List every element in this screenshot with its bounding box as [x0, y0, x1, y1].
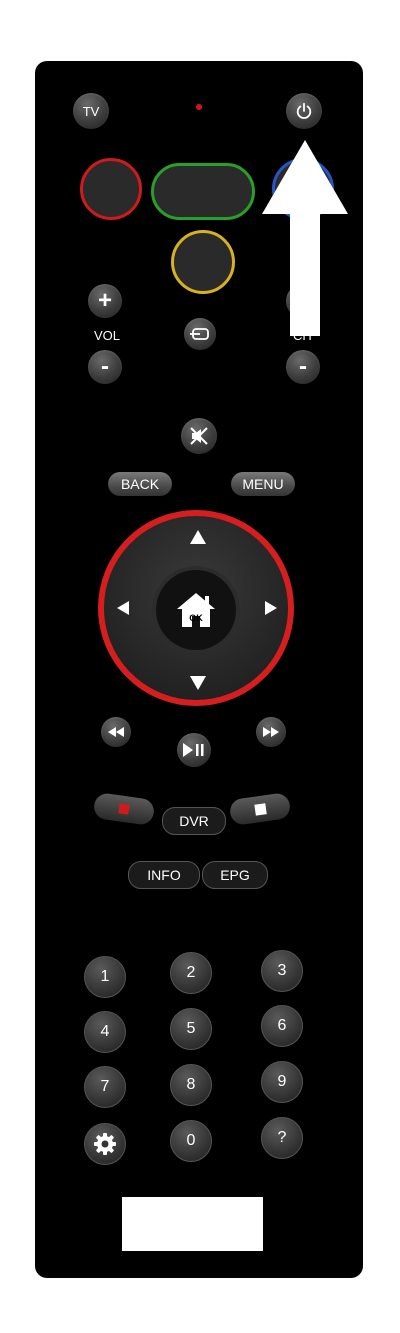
number-8-button[interactable]: 8 — [170, 1064, 212, 1106]
source-input-icon — [190, 328, 209, 340]
menu-button[interactable]: MENU — [231, 472, 295, 496]
channel-down-button[interactable]: - — [286, 350, 320, 384]
number-1-button[interactable]: 1 — [84, 956, 126, 998]
number-7-button[interactable]: 7 — [84, 1066, 126, 1108]
volume-up-button[interactable]: + — [88, 284, 122, 318]
number-6-button[interactable]: 6 — [261, 1005, 303, 1047]
back-button[interactable]: BACK — [108, 472, 172, 496]
fast-forward-button[interactable] — [256, 717, 286, 747]
right-arrow-icon — [265, 601, 277, 615]
mute-button[interactable] — [181, 418, 217, 454]
left-arrow-icon — [117, 601, 129, 615]
gear-icon — [94, 1133, 116, 1155]
stop-icon — [253, 802, 267, 816]
red-button[interactable] — [80, 158, 142, 220]
label-plate — [122, 1197, 263, 1251]
power-icon — [296, 102, 312, 119]
source-button[interactable] — [184, 318, 216, 350]
record-icon — [118, 803, 130, 815]
number-5-button[interactable]: 5 — [170, 1008, 212, 1050]
epg-button[interactable]: EPG — [202, 861, 268, 889]
dpad-up-button[interactable] — [186, 526, 210, 548]
power-button[interactable] — [286, 93, 322, 129]
number-2-button[interactable]: 2 — [170, 952, 212, 994]
mute-icon — [190, 427, 208, 445]
dpad-right-button[interactable] — [260, 596, 282, 620]
number-4-button[interactable]: 4 — [84, 1011, 126, 1053]
fast-forward-icon — [263, 727, 279, 737]
volume-label: VOL — [94, 328, 121, 343]
ok-label: OK — [189, 613, 203, 623]
ok-home-button[interactable]: OK — [152, 566, 240, 654]
up-arrow-icon — [190, 530, 206, 544]
play-pause-icon — [183, 743, 204, 757]
dvr-button[interactable]: DVR — [162, 807, 226, 835]
down-arrow-icon — [190, 676, 206, 690]
volume-down-button[interactable]: - — [88, 350, 122, 384]
help-button[interactable]: ? — [261, 1117, 303, 1159]
home-icon — [177, 593, 215, 627]
yellow-button[interactable] — [171, 230, 235, 294]
play-pause-button[interactable] — [177, 733, 211, 767]
settings-button[interactable] — [84, 1123, 126, 1165]
green-button[interactable] — [151, 163, 255, 220]
number-3-button[interactable]: 3 — [261, 950, 303, 992]
rewind-icon — [108, 727, 124, 737]
dpad-down-button[interactable] — [186, 672, 210, 694]
number-9-button[interactable]: 9 — [261, 1061, 303, 1103]
info-button[interactable]: INFO — [128, 861, 200, 889]
number-0-button[interactable]: 0 — [170, 1120, 212, 1162]
up-arrow-overlay — [262, 140, 348, 336]
rewind-button[interactable] — [101, 717, 131, 747]
dpad-left-button[interactable] — [112, 596, 134, 620]
tv-button[interactable]: TV — [73, 93, 109, 129]
power-led — [196, 104, 202, 110]
